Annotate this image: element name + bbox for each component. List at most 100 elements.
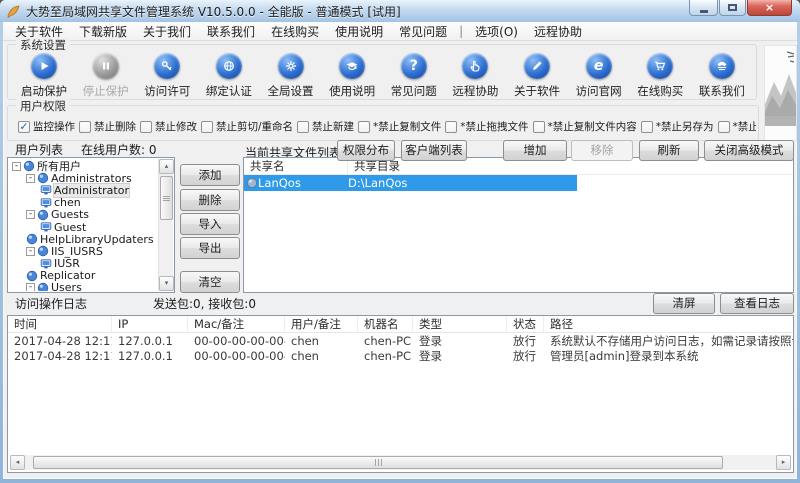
share-tool-button[interactable]: 客户端列表 bbox=[401, 140, 467, 161]
maximize-icon[interactable] bbox=[719, 0, 746, 16]
log-action-button[interactable]: 查看日志 bbox=[720, 293, 794, 314]
log-column-header[interactable]: 状态 bbox=[507, 316, 544, 333]
log-cell: 管理员[admin]登录到本系统 bbox=[544, 348, 793, 364]
log-action-button[interactable]: 清屏 bbox=[653, 293, 715, 314]
menu-item[interactable]: 下载新版 bbox=[71, 22, 135, 41]
share-tool-button[interactable]: 权限分布 bbox=[337, 140, 395, 161]
minimize-icon[interactable] bbox=[689, 0, 718, 16]
tree-node[interactable]: - Guests bbox=[10, 209, 157, 221]
titlebar[interactable]: 大势至局域网共享文件管理系统 V10.5.0.0 - 全能版 - 普通模式 [试… bbox=[0, 0, 800, 22]
tree-node[interactable]: IUSR bbox=[10, 258, 157, 270]
tree-node[interactable]: -IIS_IUSRS bbox=[10, 245, 157, 257]
toolbar-button[interactable]: e访问官网 bbox=[569, 53, 629, 99]
share-action-button[interactable]: 增加 bbox=[503, 140, 567, 161]
app-icon[interactable] bbox=[6, 4, 21, 19]
tree-node[interactable]: -Administrators bbox=[10, 172, 157, 184]
scroll-right-icon[interactable]: ▸ bbox=[776, 455, 791, 470]
log-column-header[interactable]: 机器名 bbox=[358, 316, 413, 333]
menu-item[interactable]: 选项(O) bbox=[467, 22, 526, 41]
app-window: 大势至局域网共享文件管理系统 V10.5.0.0 - 全能版 - 普通模式 [试… bbox=[0, 0, 800, 483]
tree-expander-icon[interactable]: - bbox=[26, 210, 35, 219]
toolbar-button[interactable]: ?常见问题 bbox=[384, 53, 444, 99]
tree-expander-icon[interactable]: - bbox=[12, 162, 21, 171]
close-icon[interactable]: × bbox=[747, 0, 792, 16]
permission-checkbox[interactable]: 禁止删除 bbox=[79, 119, 136, 134]
tree-node[interactable]: Guest bbox=[10, 221, 157, 233]
scroll-up-icon[interactable]: ▴ bbox=[159, 159, 174, 174]
log-column-header[interactable]: 路径 bbox=[544, 316, 793, 333]
toolbar-button-label: 启动保护 bbox=[14, 83, 74, 99]
tree-expander-icon[interactable]: - bbox=[26, 174, 35, 183]
log-column-header[interactable]: 时间 bbox=[8, 316, 112, 333]
scroll-down-icon[interactable]: ▾ bbox=[159, 276, 174, 291]
tree-node[interactable]: Administrator bbox=[10, 184, 157, 196]
tree-node[interactable]: -Users bbox=[10, 282, 157, 291]
user-action-button[interactable]: 清空 bbox=[180, 271, 240, 293]
log-column-header[interactable]: Mac/备注 bbox=[188, 316, 285, 333]
permission-checkbox[interactable]: ✓监控操作 bbox=[18, 119, 75, 134]
log-column-header[interactable]: IP bbox=[112, 316, 188, 333]
log-hscroll-track[interactable] bbox=[25, 455, 776, 470]
brand-logo bbox=[764, 45, 797, 141]
log-row[interactable]: 2017-04-28 12:11:30127.0.0.100-00-00-00-… bbox=[8, 348, 793, 363]
tree-expander-icon[interactable]: - bbox=[26, 283, 35, 291]
user-action-button[interactable]: 导出 bbox=[180, 237, 240, 259]
menu-item[interactable]: 联系我们 bbox=[199, 22, 263, 41]
share-column-header[interactable]: 共享名 bbox=[244, 158, 348, 175]
permission-checkbox[interactable]: *禁止另存为 bbox=[641, 119, 714, 134]
scroll-left-icon[interactable]: ◂ bbox=[10, 455, 25, 470]
user-action-button[interactable]: 添加 bbox=[180, 164, 240, 186]
toolbar-button[interactable]: 远程协助 bbox=[445, 53, 505, 99]
toolbar-button[interactable]: 启动保护 bbox=[14, 53, 74, 99]
permission-checkbox[interactable]: 禁止修改 bbox=[140, 119, 197, 134]
tree-scrollbar[interactable]: ▴ ▾ bbox=[158, 159, 173, 291]
toolbar-button[interactable]: 全局设置 bbox=[261, 53, 321, 99]
log-cell: 2017-04-28 12:11:30 bbox=[8, 334, 112, 348]
toolbar-button[interactable]: 访问许可 bbox=[137, 53, 197, 99]
permission-checkbox[interactable]: 禁止剪切/重命名 bbox=[201, 119, 293, 134]
tree-node-label: Guests bbox=[51, 208, 89, 221]
share-action-button[interactable]: 关闭高级模式 bbox=[704, 140, 794, 161]
user-tree-rows: -所有用户-AdministratorsAdministratorchen-Gu… bbox=[10, 160, 157, 291]
user-action-button[interactable]: 删除 bbox=[180, 189, 240, 211]
toolbar-button[interactable]: 关于软件 bbox=[507, 53, 567, 99]
play-icon bbox=[31, 53, 57, 79]
tree-node[interactable]: Replicator bbox=[10, 270, 157, 282]
toolbar-button[interactable]: 联系我们 bbox=[692, 53, 752, 99]
log-hscroll-thumb[interactable] bbox=[33, 456, 723, 469]
hand-icon bbox=[462, 53, 488, 79]
permission-checkbox[interactable]: 禁止新建 bbox=[297, 119, 354, 134]
permission-checkbox[interactable]: *禁止复制文件内容 bbox=[533, 119, 637, 134]
tree-expander-icon[interactable]: - bbox=[26, 247, 35, 256]
permission-checkbox[interactable]: *禁止拖拽文件 bbox=[445, 119, 528, 134]
tree-scrollbar-thumb[interactable] bbox=[160, 176, 173, 220]
checkbox-label: *禁止复制文件内容 bbox=[548, 119, 637, 134]
permission-checkbox[interactable]: *禁止复制文件 bbox=[358, 119, 441, 134]
toolbar-button[interactable]: 使用说明 bbox=[322, 53, 382, 99]
share-row[interactable]: LanQosD:\LanQos bbox=[244, 175, 577, 191]
log-column-header[interactable]: 类型 bbox=[413, 316, 507, 333]
checkbox-label: *禁止另存为 bbox=[656, 119, 714, 134]
share-action-button[interactable]: 刷新 bbox=[639, 140, 699, 161]
tree-node[interactable]: HelpLibraryUpdaters bbox=[10, 233, 157, 245]
window-controls: × bbox=[689, 0, 792, 16]
tree-node[interactable]: -所有用户 bbox=[10, 160, 157, 172]
phone-icon bbox=[709, 53, 735, 79]
checkbox-box: ✓ bbox=[18, 121, 30, 133]
toolbar-button[interactable]: 在线购买 bbox=[630, 53, 690, 99]
toolbar-button[interactable]: 绑定认证 bbox=[199, 53, 259, 99]
menu-item[interactable]: 关于我们 bbox=[135, 22, 199, 41]
user-action-button[interactable]: 导入 bbox=[180, 213, 240, 235]
log-column-header[interactable]: 用户/备注 bbox=[285, 316, 358, 333]
tree-node[interactable]: chen bbox=[10, 197, 157, 209]
checkbox-box bbox=[358, 121, 370, 133]
menu-item[interactable]: 远程协助 bbox=[526, 22, 590, 41]
menu-item[interactable]: 使用说明 bbox=[327, 22, 391, 41]
menu-item[interactable]: 在线购买 bbox=[263, 22, 327, 41]
log-hscrollbar[interactable]: ◂ ▸ bbox=[10, 455, 791, 470]
log-row[interactable]: 2017-04-28 12:11:30127.0.0.100-00-00-00-… bbox=[8, 333, 793, 348]
log-cell: 127.0.0.1 bbox=[112, 349, 188, 363]
share-table: 共享名共享目录 LanQosD:\LanQos bbox=[243, 157, 794, 293]
menu-item[interactable]: 常见问题 bbox=[391, 22, 455, 41]
permission-checkbox[interactable]: *禁止打印 bbox=[718, 119, 756, 134]
